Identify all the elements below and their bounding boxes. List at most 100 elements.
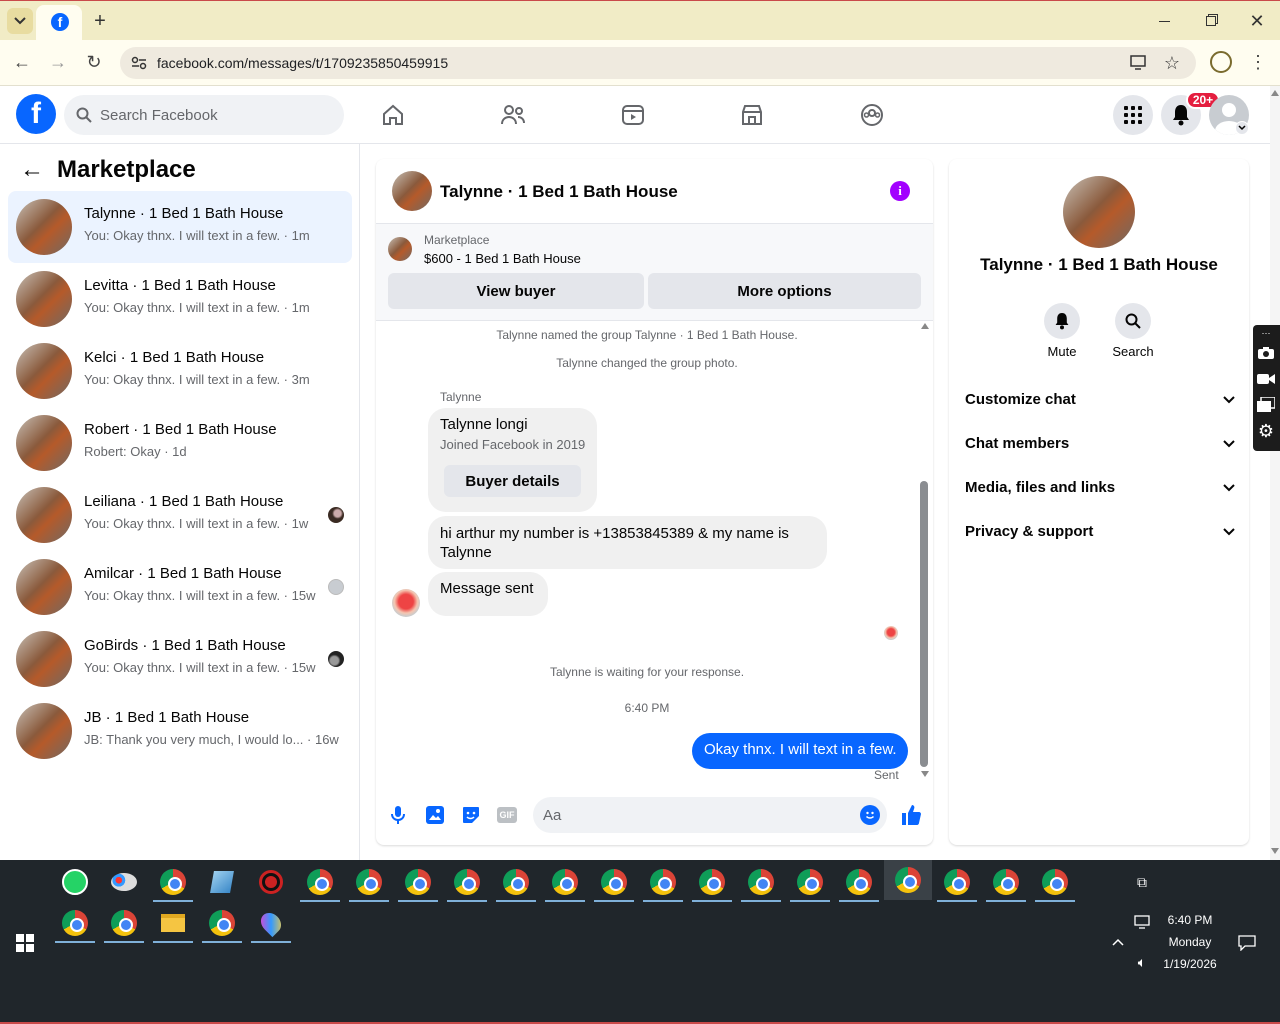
conversation-item[interactable]: Levitta · 1 Bed 1 Bath House You: Okay t…	[8, 263, 352, 335]
clock-time[interactable]: 6:40 PM	[1160, 913, 1220, 927]
sticker-icon[interactable]	[460, 804, 482, 826]
marketplace-icon[interactable]	[739, 102, 765, 128]
like-thumb-icon[interactable]	[899, 803, 923, 827]
microphone-icon[interactable]	[388, 804, 408, 826]
clock-date[interactable]: 1/19/2026	[1155, 957, 1225, 971]
window-capture-icon[interactable]	[1256, 395, 1276, 415]
chrome-taskbar-icon[interactable]	[594, 862, 634, 902]
menu-grid-button[interactable]	[1113, 95, 1153, 135]
scroll-up-arrow[interactable]	[921, 323, 929, 329]
buyer-details-button[interactable]: Buyer details	[444, 465, 581, 497]
page-scroll-down-arrow[interactable]	[1271, 848, 1279, 854]
chrome-taskbar-icon[interactable]	[496, 862, 536, 902]
file-explorer-taskbar-icon[interactable]	[153, 903, 193, 943]
recorder-taskbar-icon[interactable]	[251, 862, 291, 902]
active-tab[interactable]: f	[36, 5, 82, 41]
scroll-thumb[interactable]	[920, 481, 928, 767]
conversation-item[interactable]: GoBirds · 1 Bed 1 Bath House You: Okay t…	[8, 623, 352, 695]
install-app-icon[interactable]	[1130, 54, 1148, 72]
page-scrollbar[interactable]	[1270, 86, 1280, 860]
conversation-item[interactable]: Talynne · 1 Bed 1 Bath House You: Okay t…	[8, 191, 352, 263]
close-window-button[interactable]: ✕	[1243, 9, 1271, 33]
tab-list-button[interactable]	[7, 8, 33, 34]
group-photo[interactable]	[1063, 176, 1135, 248]
conversation-item[interactable]: JB · 1 Bed 1 Bath House JB: Thank you ve…	[8, 695, 352, 767]
chrome-taskbar-icon[interactable]	[55, 903, 95, 943]
conversation-item[interactable]: Leiliana · 1 Bed 1 Bath House You: Okay …	[8, 479, 352, 551]
listing-price-title[interactable]: $600 - 1 Bed 1 Bath House	[424, 251, 581, 266]
chrome-taskbar-icon[interactable]	[1035, 862, 1075, 902]
video-record-icon[interactable]	[1256, 369, 1276, 389]
search-facebook-input[interactable]: Search Facebook	[64, 95, 344, 135]
account-chevron-icon[interactable]	[1235, 121, 1249, 135]
chrome-taskbar-icon[interactable]	[692, 862, 732, 902]
whatsapp-taskbar-icon[interactable]	[55, 862, 95, 902]
network-icon[interactable]	[1132, 912, 1152, 932]
listing-thumbnail[interactable]	[388, 237, 412, 261]
chrome-taskbar-icon[interactable]	[741, 862, 781, 902]
back-arrow-icon[interactable]: ←	[20, 156, 44, 183]
chrome-taskbar-icon[interactable]	[447, 862, 487, 902]
groups-icon[interactable]	[859, 102, 885, 128]
restore-button[interactable]	[1197, 9, 1225, 33]
chrome-taskbar-icon[interactable]	[545, 862, 585, 902]
camera-icon[interactable]	[1256, 343, 1276, 363]
maps-taskbar-icon[interactable]	[251, 903, 291, 943]
meet-now-icon[interactable]: ⧉	[1132, 872, 1152, 892]
url-bar[interactable]: facebook.com/messages/t/1709235850459915…	[120, 47, 1196, 79]
minimize-button[interactable]	[1150, 9, 1178, 33]
chrome-taskbar-icon[interactable]	[104, 903, 144, 943]
chrome-taskbar-icon[interactable]	[398, 862, 438, 902]
back-icon[interactable]: ←	[10, 50, 34, 74]
conversation-item[interactable]: Kelci · 1 Bed 1 Bath House You: Okay thn…	[8, 335, 352, 407]
conversation-item[interactable]: Robert · 1 Bed 1 Bath House Robert: Okay…	[8, 407, 352, 479]
scroll-down-arrow[interactable]	[921, 771, 929, 777]
conversation-item[interactable]: Amilcar · 1 Bed 1 Bath House You: Okay t…	[8, 551, 352, 623]
chrome-taskbar-icon[interactable]	[349, 862, 389, 902]
chat-title[interactable]: Talynne · 1 Bed 1 Bath House	[440, 182, 678, 202]
chrome-taskbar-icon[interactable]	[202, 903, 242, 943]
chat-members-section[interactable]: Chat members	[965, 435, 1235, 465]
chrome-taskbar-icon[interactable]	[643, 862, 683, 902]
chrome-taskbar-icon[interactable]	[300, 862, 340, 902]
notification-center-icon[interactable]	[1236, 932, 1258, 954]
page-scroll-up-arrow[interactable]	[1271, 90, 1279, 96]
volume-icon[interactable]: 🔈︎	[1132, 952, 1152, 972]
more-options-button[interactable]: More options	[648, 273, 921, 309]
chat-header-avatar[interactable]	[392, 171, 432, 211]
chrome-taskbar-icon-active[interactable]	[884, 860, 932, 900]
video-icon[interactable]	[620, 102, 646, 128]
friends-icon[interactable]	[500, 102, 526, 128]
site-info-icon[interactable]	[130, 54, 148, 72]
chrome-taskbar-icon[interactable]	[790, 862, 830, 902]
link-icon[interactable]: ⋯	[1255, 327, 1277, 339]
clock-day[interactable]: Monday	[1160, 935, 1220, 949]
paint-taskbar-icon[interactable]	[104, 862, 144, 902]
home-icon[interactable]	[380, 102, 406, 128]
windows-start-icon[interactable]	[14, 932, 36, 954]
chrome-taskbar-icon[interactable]	[839, 862, 879, 902]
new-tab-button[interactable]: +	[88, 9, 112, 33]
chrome-taskbar-icon[interactable]	[986, 862, 1026, 902]
show-hidden-icons-chevron[interactable]	[1108, 932, 1128, 952]
message-input[interactable]: Aa	[533, 797, 887, 833]
chat-scrollbar[interactable]	[918, 321, 933, 781]
media-files-links-section[interactable]: Media, files and links	[965, 479, 1235, 509]
forward-icon[interactable]: →	[46, 50, 70, 74]
customize-chat-section[interactable]: Customize chat	[965, 391, 1235, 421]
facebook-logo[interactable]: f	[16, 94, 56, 134]
search-chat-button[interactable]	[1115, 303, 1151, 339]
menu-kebab-icon[interactable]: ⋮	[1248, 50, 1268, 74]
chrome-taskbar-icon[interactable]	[153, 862, 193, 902]
privacy-support-section[interactable]: Privacy & support	[965, 523, 1235, 553]
view-buyer-button[interactable]: View buyer	[388, 273, 644, 309]
bookmark-star-icon[interactable]: ☆	[1162, 53, 1182, 73]
profile-icon[interactable]	[1210, 51, 1232, 73]
settings-gear-icon[interactable]: ⚙	[1256, 421, 1276, 441]
mute-button[interactable]	[1044, 303, 1080, 339]
gif-icon[interactable]: GIF	[496, 804, 518, 826]
reload-icon[interactable]: ↻	[82, 50, 106, 74]
chrome-taskbar-icon[interactable]	[937, 862, 977, 902]
info-icon[interactable]: i	[890, 181, 910, 201]
notepad-taskbar-icon[interactable]	[202, 862, 242, 902]
